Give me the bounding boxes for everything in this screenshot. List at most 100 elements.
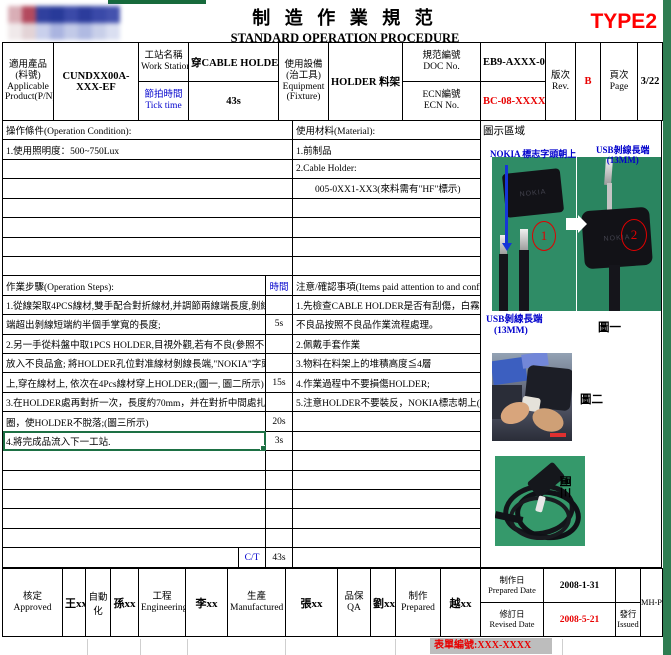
- operation-condition-title: 操作條件(Operation Condition):: [3, 121, 293, 140]
- rev-value: B: [576, 43, 601, 121]
- manufactured-signature: 張xx: [286, 569, 338, 637]
- operation-steps-title: 作業步驟(Operation Steps):: [3, 276, 266, 295]
- work-station-label: 工站名稱 Work Station: [139, 43, 189, 82]
- issuing-dept: MH-PE: [641, 569, 663, 637]
- applicable-product-label: 適用產品 (料號) Applicable Product(P/N): [3, 43, 54, 121]
- ct-value: 43s: [266, 548, 293, 568]
- tick-time-value: 43s: [189, 82, 279, 121]
- work-station-value: 穿CABLE HOLDER: [189, 43, 279, 82]
- note-line: 不良品按照不良品作業流程處理。: [293, 315, 481, 334]
- step-line-selected-cell[interactable]: 4.將完成品流入下一工站.: [3, 431, 266, 450]
- prepared-date-value: 2008-1-31: [544, 569, 616, 603]
- condition-item: [3, 218, 293, 237]
- material-item: 1.前制品: [293, 140, 481, 159]
- notes-title: 注意/確認事項(Items paid attention to and conf…: [293, 276, 481, 295]
- doc-no-label: 規范編號 DOC No.: [403, 43, 481, 82]
- photo-figure1-holders: NOKIA 1 NOKIA 2: [492, 157, 661, 311]
- sop-document: 制 造 作 業 規 范 STANDARD OPERATION PROCEDURE…: [0, 0, 671, 655]
- annotation-usb-strip-left: USB剝線長端 (13MM): [486, 315, 542, 337]
- automation-label: 自動化: [86, 569, 111, 637]
- step-line: [3, 528, 266, 547]
- body-table: 操作條件(Operation Condition): 使用材料(Material…: [2, 120, 481, 568]
- issued-spacer: [616, 569, 641, 603]
- diagram-area: 圖示區域 NOKIA 標志字頭朝上 USB剝線長端 (13MM) NOKIA 1…: [480, 120, 662, 568]
- material-item: 005-0XX1-XX3(來料需有"HF"標示): [293, 179, 481, 198]
- equipment-label: 使用設備 (治工具) Equipment (Fixture): [279, 43, 329, 121]
- blue-down-arrow-icon: [502, 165, 512, 253]
- doc-no-value: EB9-AXXX-001: [481, 43, 546, 82]
- prepared-date-label: 制作日 Prepared Date: [481, 569, 544, 603]
- stripped-wire-tip: [520, 229, 528, 251]
- caption-figure3: 圖三: [558, 476, 574, 499]
- callout-circle-1: 1: [532, 221, 556, 251]
- diagram-area-label: 圖示區域: [483, 123, 525, 138]
- step-line: [3, 509, 266, 528]
- page-value: 3/22: [638, 43, 663, 121]
- sheet-top-green-edge: [108, 0, 206, 4]
- ecn-no-label: ECN編號 ECN No.: [403, 82, 481, 121]
- qa-signature: 劉xx: [371, 569, 396, 637]
- ct-row-empty: [3, 548, 239, 568]
- step-line: [3, 490, 266, 509]
- revised-date-value: 2008-5-21: [544, 603, 616, 637]
- equipment-value: HOLDER 料架: [329, 43, 403, 121]
- cable-shape: [519, 250, 529, 311]
- step-line: [3, 470, 266, 489]
- step-line: 2.另一手從料盤中取1PCS HOLDER,目視外觀,若有不良(參照不良看板): [3, 334, 266, 353]
- caption-figure2: 圖二: [580, 391, 603, 407]
- automation-signature: 孫xx: [111, 569, 139, 637]
- condition-item: [3, 179, 293, 198]
- step-line: [3, 451, 266, 470]
- condition-item: 1.使用照明度：500~750Lux: [3, 140, 293, 159]
- annotation-usb-strip-top: USB剝線長端 (13MM): [596, 145, 650, 166]
- title-chinese: 制 造 作 業 規 范: [205, 4, 485, 30]
- step-line: 放入不良品盒; 將HOLDER孔位對准線材剝線長端,"NOKIA"字頭朝: [3, 354, 266, 373]
- engineering-label: 工程 Engineering: [139, 569, 186, 637]
- photo-figure2-assembly: [492, 353, 572, 441]
- ct-label: C/T: [239, 548, 266, 568]
- selection-fill-handle[interactable]: [260, 445, 266, 451]
- step-line: 上,穿在線材上, 依次在4Pcs線材穿上HOLDER;(圖一, 圖二所示): [3, 373, 266, 392]
- note-line: 3.物料在料架上的堆積高度≦4層: [293, 354, 481, 373]
- page-label: 頁次 Page: [601, 43, 638, 121]
- bottom-strip: 表單編號:XXX-XXXX: [2, 637, 662, 655]
- approved-label: 核定 Approved: [3, 569, 63, 637]
- ecn-no-value: BC-08-XXXXXX1: [481, 82, 546, 121]
- step-line: 3.在HOLDER處再對折一次，長度約70mm，并在對折中間處扎上橡皮: [3, 392, 266, 411]
- caption-figure1: 圖一: [598, 319, 621, 335]
- note-line: 5.注意HOLDER不要裝反，NOKIA標志朝上(圖一)。: [293, 392, 481, 411]
- white-right-arrow-icon: [566, 215, 590, 235]
- material-item: [293, 218, 481, 237]
- type-badge: TYPE2: [590, 10, 657, 34]
- note-line: 2.佩戴手套作業: [293, 334, 481, 353]
- prepared-signature: 越xx: [441, 569, 481, 637]
- callout-circle-2: 2: [621, 219, 647, 251]
- condition-item: [3, 237, 293, 256]
- issued-label: 發行 Issued: [616, 603, 641, 637]
- sheet-right-green-edge: [663, 0, 671, 655]
- condition-item: [3, 198, 293, 217]
- step-line: 圈，使HOLDER不脫落;(圖三所示): [3, 412, 266, 431]
- company-logo: [8, 6, 120, 40]
- tick-time-label: 節拍時間 Tick time: [139, 82, 189, 121]
- form-number: 表單編號:XXX-XXXX: [430, 638, 552, 654]
- cable-shape: [609, 265, 620, 311]
- photo-figure1-left: NOKIA 1: [492, 157, 576, 311]
- prepared-label: 制作 Prepared: [396, 569, 441, 637]
- revised-date-label: 修訂日 Revised Date: [481, 603, 544, 637]
- photo-timestamp-mark: [550, 433, 566, 437]
- photo-figure3-coiled-cable: [495, 456, 585, 546]
- note-line: [293, 412, 481, 431]
- approved-signature: 王xx: [63, 569, 86, 637]
- note-line: [293, 431, 481, 450]
- note-line: 4.作業過程中不要損傷HOLDER;: [293, 373, 481, 392]
- manufactured-label: 生產 Manufactured: [228, 569, 286, 637]
- annotation-nokia-orientation: NOKIA 標志字頭朝上: [490, 149, 576, 160]
- step-line: 1.從線架取4PCS線材,雙手配合對折線材,并調節兩線端長度,剝線長: [3, 295, 266, 314]
- qa-label: 品保 QA: [338, 569, 371, 637]
- note-line: 1.先檢查CABLE HOLDER是否有刮傷，白霧等不良: [293, 295, 481, 314]
- document-title-block: 制 造 作 業 規 范 STANDARD OPERATION PROCEDURE: [205, 4, 485, 46]
- condition-item: [3, 256, 293, 275]
- material-item: [293, 198, 481, 217]
- approval-table: 核定 Approved 王xx 自動化 孫xx 工程 Engineering 李…: [2, 568, 663, 637]
